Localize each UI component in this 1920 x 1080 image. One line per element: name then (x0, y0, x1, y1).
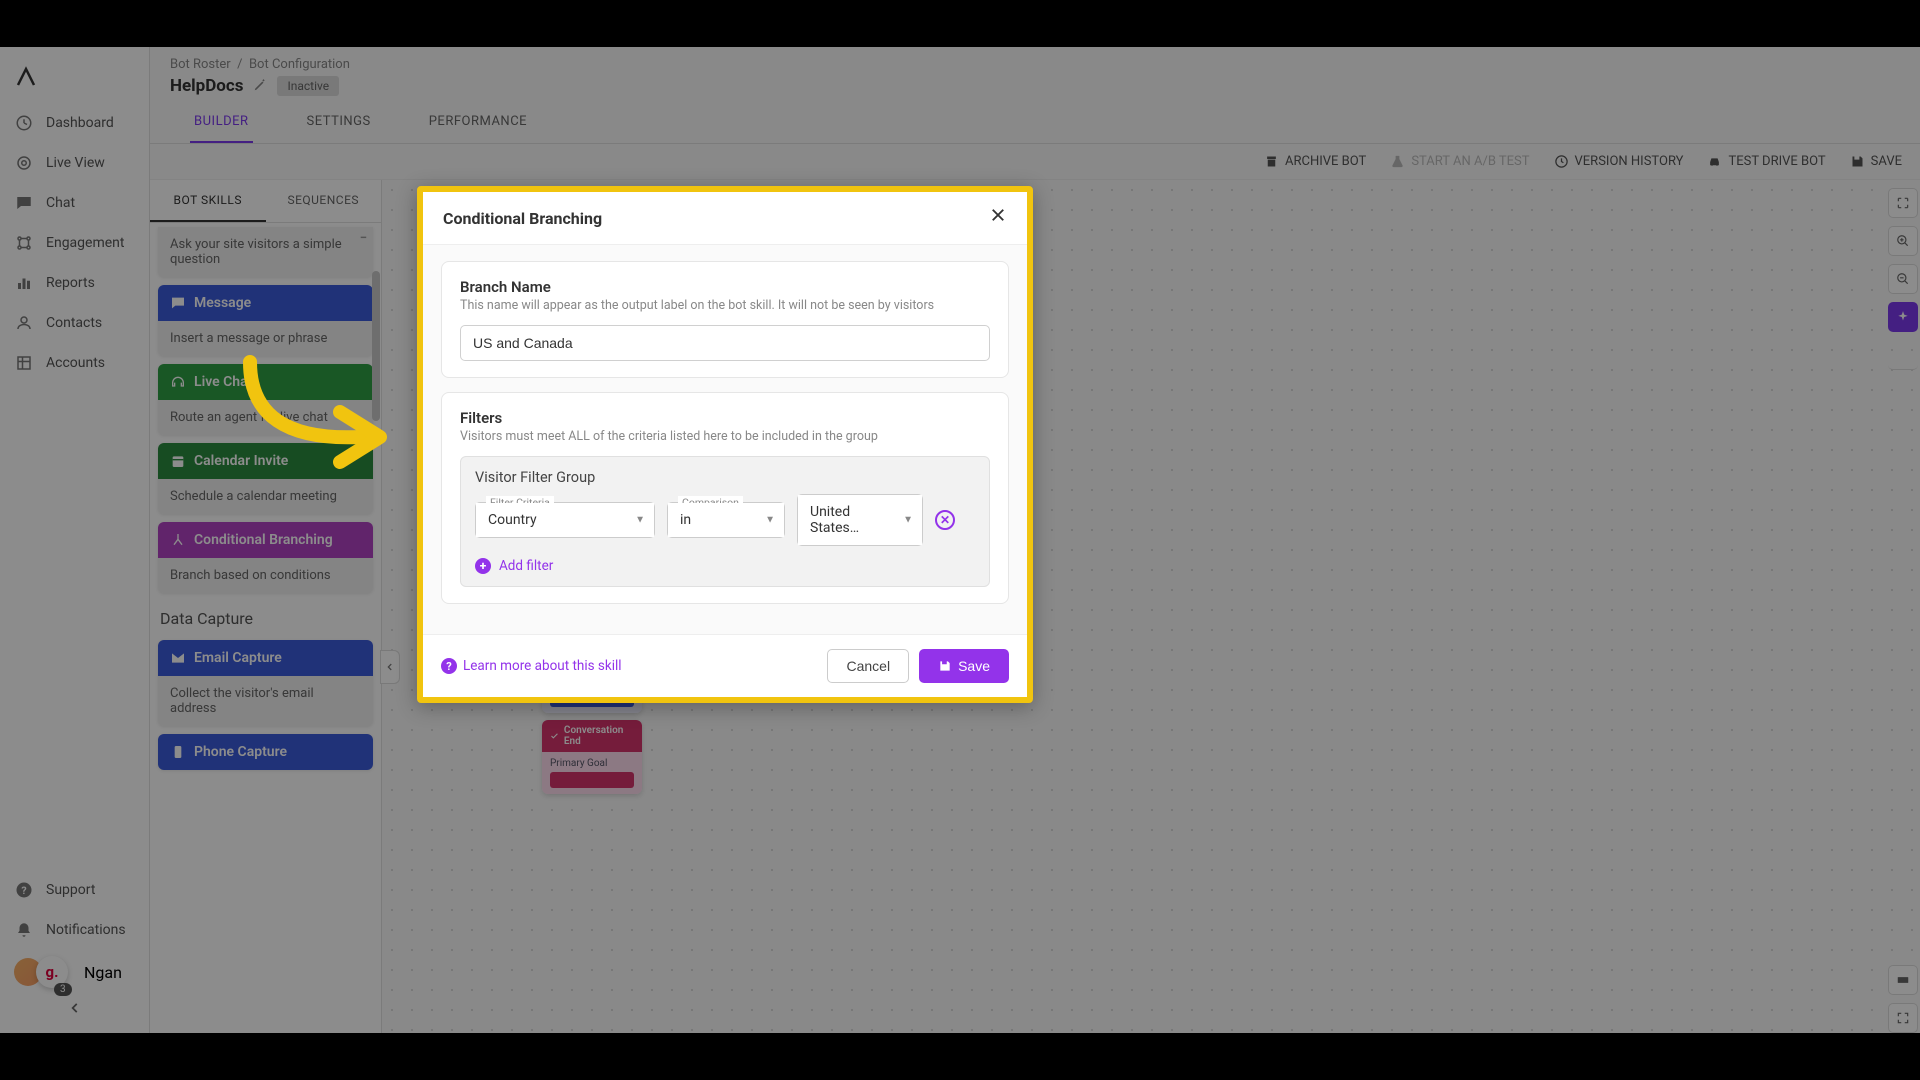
branch-name-card: Branch Name This name will appear as the… (441, 261, 1009, 378)
filters-sub: Visitors must meet ALL of the criteria l… (460, 429, 990, 444)
save-icon (938, 659, 952, 673)
filters-label: Filters (460, 409, 990, 427)
chevron-down-icon: ▼ (635, 515, 645, 526)
comparison-select[interactable]: Comparison in▼ (667, 502, 785, 538)
filters-card: Filters Visitors must meet ALL of the cr… (441, 392, 1009, 604)
cancel-button[interactable]: Cancel (827, 649, 909, 683)
branch-name-sub: This name will appear as the output labe… (460, 298, 990, 313)
chevron-down-icon: ▼ (765, 515, 775, 526)
close-button[interactable] (989, 206, 1007, 230)
add-filter-button[interactable]: + Add filter (475, 558, 975, 574)
save-modal-button[interactable]: Save (919, 649, 1009, 683)
branch-name-label: Branch Name (460, 278, 990, 296)
close-icon (989, 206, 1007, 224)
visitor-filter-group: Visitor Filter Group Filter Criteria Cou… (460, 456, 990, 587)
conditional-branching-modal: Conditional Branching Branch Name This n… (417, 186, 1033, 703)
modal-title: Conditional Branching (443, 209, 602, 228)
help-icon: ? (441, 658, 457, 674)
filter-criteria-select[interactable]: Filter Criteria Country▼ (475, 502, 655, 538)
branch-name-input[interactable] (460, 325, 990, 361)
chevron-down-icon: ▼ (903, 515, 913, 526)
filter-group-title: Visitor Filter Group (475, 469, 975, 486)
delete-filter-button[interactable]: ✕ (935, 510, 955, 530)
value-select[interactable]: United States…▼ (797, 494, 923, 546)
plus-icon: + (475, 558, 491, 574)
x-icon: ✕ (940, 513, 950, 527)
learn-more-link[interactable]: ? Learn more about this skill (441, 658, 622, 674)
